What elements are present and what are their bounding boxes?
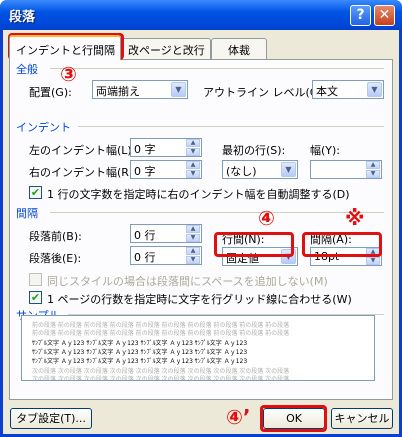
left-indent-label: 左のインデント幅(L): — [29, 144, 136, 157]
spin-down-icon[interactable]: ▼ — [186, 256, 200, 264]
space-after-value: 0 行 — [134, 251, 156, 264]
alignment-select[interactable]: 両端揃え ▼ — [92, 80, 188, 99]
outline-level-value: 本文 — [316, 85, 338, 98]
annotation-tab-mark: ③ — [60, 62, 77, 86]
no-space-same-style-label: 同じスタイルの場合は段落間にスペースを追加しない(M) — [47, 275, 328, 288]
spin-up-icon[interactable]: ▲ — [366, 161, 380, 169]
snap-to-grid-label: 1 ページの行数を指定時に文字を行グリッド線に合わせる(W) — [47, 293, 352, 306]
dialog-title: 段落 — [9, 10, 36, 25]
sample-prev-line: 前の段落 前の段落 前の段落 前の段落 前の段落 前の段落 前の段落 前の段落 … — [32, 330, 290, 337]
space-before-label: 段落前(B): — [29, 230, 82, 243]
space-after-label: 段落後(E): — [29, 252, 82, 265]
indent-section-title: インデント — [16, 119, 74, 135]
first-line-label: 最初の行(S): — [222, 144, 286, 157]
sample-text-line: ｻﾝﾌﾟﾙ文字 Ａｙ123 ｻﾝﾌﾟﾙ文字 Ａｙ123 ｻﾝﾌﾟﾙ文字 Ａｙ12… — [32, 358, 248, 365]
highlight-ok-box — [260, 405, 327, 432]
help-button[interactable]: ? — [350, 5, 371, 26]
spin-down-icon[interactable]: ▼ — [366, 170, 380, 178]
right-indent-spinner[interactable]: 0 字 ▲ ▼ — [130, 160, 202, 179]
spin-up-icon[interactable]: ▲ — [186, 139, 200, 147]
snap-to-grid-checkbox[interactable]: ✔ — [29, 291, 42, 304]
tab-asian-typography[interactable]: 体裁 — [211, 38, 267, 59]
alignment-label: 配置(G): — [29, 86, 72, 99]
outline-level-label: アウトライン レベル(O): — [203, 86, 327, 99]
first-line-select[interactable]: (なし) ▼ — [222, 160, 298, 179]
right-indent-label: 右のインデント幅(R): — [29, 166, 137, 179]
sample-text-line: ｻﾝﾌﾟﾙ文字 Ａｙ123 ｻﾝﾌﾟﾙ文字 Ａｙ123 ｻﾝﾌﾟﾙ文字 Ａｙ12… — [32, 340, 248, 347]
alignment-value: 両端揃え — [96, 85, 140, 98]
general-section-title: 全般 — [16, 61, 41, 77]
space-after-spinner[interactable]: 0 行 ▲ ▼ — [130, 246, 202, 265]
space-before-value: 0 行 — [134, 229, 156, 242]
auto-adjust-checkbox[interactable]: ✔ — [29, 186, 42, 199]
spacing-section-title: 間隔 — [16, 205, 41, 221]
space-before-spinner[interactable]: 0 行 ▲ ▼ — [130, 224, 202, 243]
annotation-ok-mark: ④’ — [226, 405, 251, 429]
spin-up-icon[interactable]: ▲ — [186, 247, 200, 255]
spin-down-icon[interactable]: ▼ — [186, 170, 200, 178]
auto-adjust-label: 1 行の文字数を指定時に右のインデント幅を自動調整する(D) — [47, 188, 350, 201]
close-button[interactable]: ✕ — [374, 5, 395, 26]
left-indent-spinner[interactable]: 0 字 ▲ ▼ — [130, 138, 202, 157]
no-space-same-style-checkbox[interactable] — [29, 273, 42, 286]
tab-line-page-breaks[interactable]: 改ページと改行 — [121, 38, 211, 59]
annotation-line-mark: ④ — [258, 206, 275, 230]
right-indent-value: 0 字 — [134, 165, 156, 178]
spin-down-icon[interactable]: ▼ — [186, 234, 200, 242]
chevron-down-icon: ▼ — [171, 82, 186, 97]
outline-level-select[interactable]: 本文 ▼ — [312, 80, 384, 99]
chevron-down-icon: ▼ — [367, 82, 382, 97]
indent-divider — [78, 126, 384, 127]
spin-down-icon[interactable]: ▼ — [186, 148, 200, 156]
title-bar: 段落 ? ✕ — [0, 0, 402, 30]
cancel-button[interactable]: キャンセル — [331, 408, 393, 429]
spin-up-icon[interactable]: ▲ — [186, 161, 200, 169]
sample-text-line: ｻﾝﾌﾟﾙ文字 Ａｙ123 ｻﾝﾌﾟﾙ文字 Ａｙ123 ｻﾝﾌﾟﾙ文字 Ａｙ12… — [32, 349, 248, 356]
spin-up-icon[interactable]: ▲ — [186, 225, 200, 233]
tab-indent-spacing[interactable]: インデントと行間隔 — [9, 35, 121, 60]
width-label: 幅(Y): — [310, 144, 341, 157]
left-indent-value: 0 字 — [134, 143, 156, 156]
spacing-divider — [50, 212, 384, 213]
spin-down-icon[interactable]: ▼ — [366, 257, 380, 265]
paragraph-dialog: 段落 ? ✕ インデントと行間隔 改ページと改行 体裁 全般 配置(G): 両端… — [0, 0, 402, 437]
width-spinner[interactable]: ▲ ▼ — [310, 160, 382, 179]
sample-next-line: 次の段落 次の段落 次の段落 次の段落 次の段落 次の段落 次の段落 次の段落 … — [32, 376, 290, 381]
annotation-at-mark: ※ — [345, 206, 365, 230]
sample-preview: 前の段落 前の段落 前の段落 前の段落 前の段落 前の段落 前の段落 前の段落 … — [21, 315, 375, 381]
chevron-down-icon: ▼ — [281, 162, 296, 177]
highlight-spacing-at-box — [302, 232, 382, 257]
general-divider — [50, 68, 384, 69]
first-line-value: (なし) — [226, 165, 257, 178]
highlight-line-spacing-box — [214, 232, 294, 257]
tabs-button[interactable]: タブ設定(T)... — [10, 408, 92, 429]
